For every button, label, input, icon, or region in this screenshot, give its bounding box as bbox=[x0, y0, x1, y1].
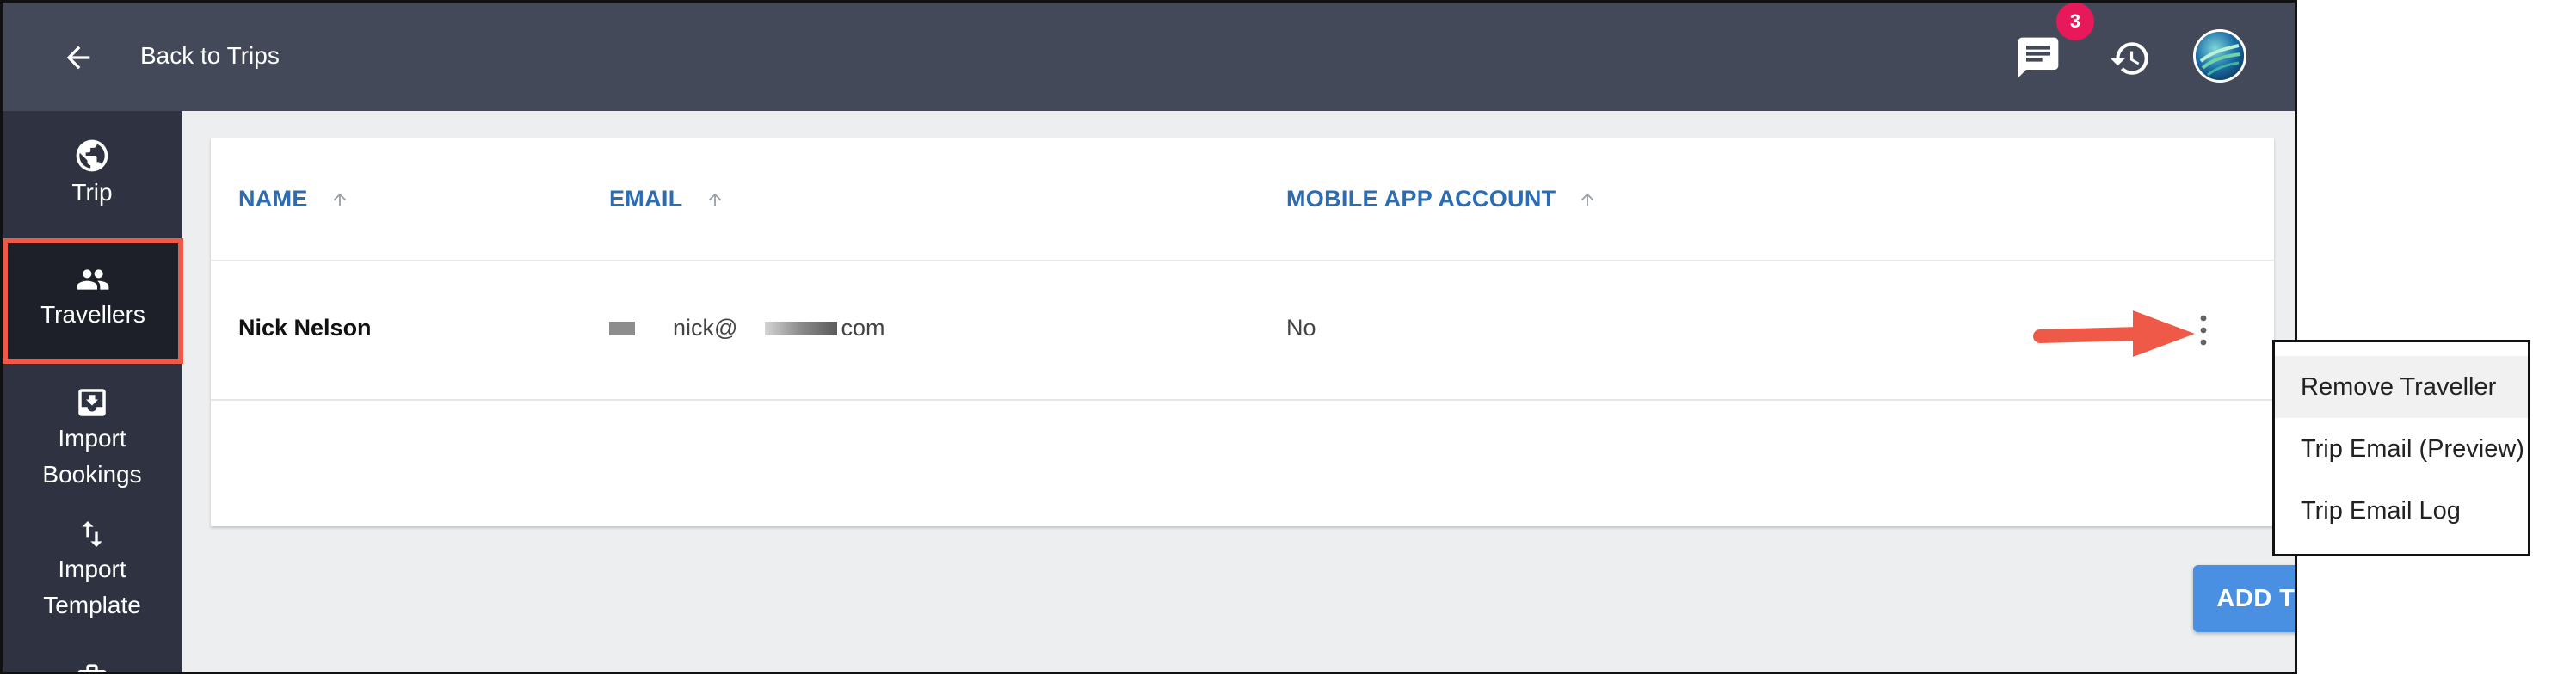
back-arrow-icon[interactable] bbox=[59, 40, 97, 75]
column-header-name[interactable]: NAME bbox=[238, 186, 349, 212]
history-icon[interactable] bbox=[2109, 37, 2152, 80]
column-header-label: MOBILE APP ACCOUNT bbox=[1286, 186, 1556, 212]
column-header-email[interactable]: EMAIL bbox=[609, 186, 724, 212]
sidebar-item-trip[interactable]: Trip bbox=[3, 137, 182, 211]
redacted-text bbox=[765, 321, 838, 335]
sidebar-item-partial[interactable] bbox=[3, 661, 182, 672]
globe-icon bbox=[76, 139, 108, 172]
more-options-icon[interactable] bbox=[2197, 313, 2210, 347]
briefcase-icon bbox=[77, 664, 107, 672]
annotation-arrow-icon bbox=[2033, 310, 2195, 357]
sort-arrow-up-icon[interactable] bbox=[1578, 190, 1597, 209]
sidebar: Trip Travellers Import Bookings Import T… bbox=[3, 111, 183, 672]
header-divider bbox=[211, 260, 2274, 261]
travellers-table-card: NAME EMAIL MOBILE APP ACCOUNT Nick Nelso… bbox=[211, 138, 2295, 632]
row-context-menu: Remove Traveller Trip Email (Preview) Tr… bbox=[2272, 340, 2530, 556]
row-divider bbox=[211, 399, 2274, 401]
redacted-text bbox=[609, 321, 635, 335]
sort-arrow-up-icon[interactable] bbox=[706, 190, 724, 209]
back-to-trips-link[interactable]: Back to Trips bbox=[140, 42, 280, 70]
sort-arrow-up-icon[interactable] bbox=[330, 190, 349, 209]
globe-logo-icon bbox=[2196, 32, 2244, 80]
column-header-mobile-app-account[interactable]: MOBILE APP ACCOUNT bbox=[1286, 186, 1597, 212]
top-bar: Back to Trips 3 bbox=[3, 3, 2295, 111]
sidebar-item-label: Trip bbox=[71, 179, 113, 206]
column-header-label: EMAIL bbox=[609, 186, 683, 212]
traveller-name: Nick Nelson bbox=[238, 315, 372, 341]
sidebar-item-label-line2: Template bbox=[43, 592, 141, 618]
sidebar-item-import-template[interactable]: Import Template bbox=[3, 517, 182, 624]
email-visible-part: nick@ bbox=[673, 315, 738, 341]
menu-item-trip-email-log[interactable]: Trip Email Log bbox=[2275, 480, 2528, 542]
sidebar-item-import-bookings[interactable]: Import Bookings bbox=[3, 384, 182, 493]
chat-icon[interactable] bbox=[2014, 34, 2062, 82]
inbox-download-icon bbox=[78, 389, 106, 416]
sidebar-item-travellers[interactable]: Travellers bbox=[3, 238, 183, 364]
people-icon bbox=[77, 269, 109, 290]
notification-badge: 3 bbox=[2056, 3, 2094, 40]
sidebar-item-label-line1: Import bbox=[58, 556, 126, 582]
sidebar-item-label-line2: Bookings bbox=[42, 461, 142, 488]
mobile-app-account-value: No bbox=[1286, 315, 1316, 341]
menu-item-remove-traveller[interactable]: Remove Traveller bbox=[2275, 356, 2528, 418]
traveller-email: nick@ com bbox=[609, 315, 884, 341]
email-visible-part: com bbox=[841, 315, 885, 341]
add-traveller-button[interactable]: ADD TRAVELLER bbox=[2193, 565, 2295, 632]
sidebar-item-label-line1: Import bbox=[58, 425, 126, 452]
column-header-label: NAME bbox=[238, 186, 308, 212]
sidebar-item-label: Travellers bbox=[40, 301, 145, 328]
menu-item-trip-email-preview[interactable]: Trip Email (Preview) bbox=[2275, 418, 2528, 480]
swap-vertical-icon bbox=[82, 521, 102, 547]
app-window: Back to Trips 3 Trip Travellers Import B… bbox=[0, 0, 2297, 674]
user-avatar[interactable] bbox=[2193, 29, 2246, 83]
